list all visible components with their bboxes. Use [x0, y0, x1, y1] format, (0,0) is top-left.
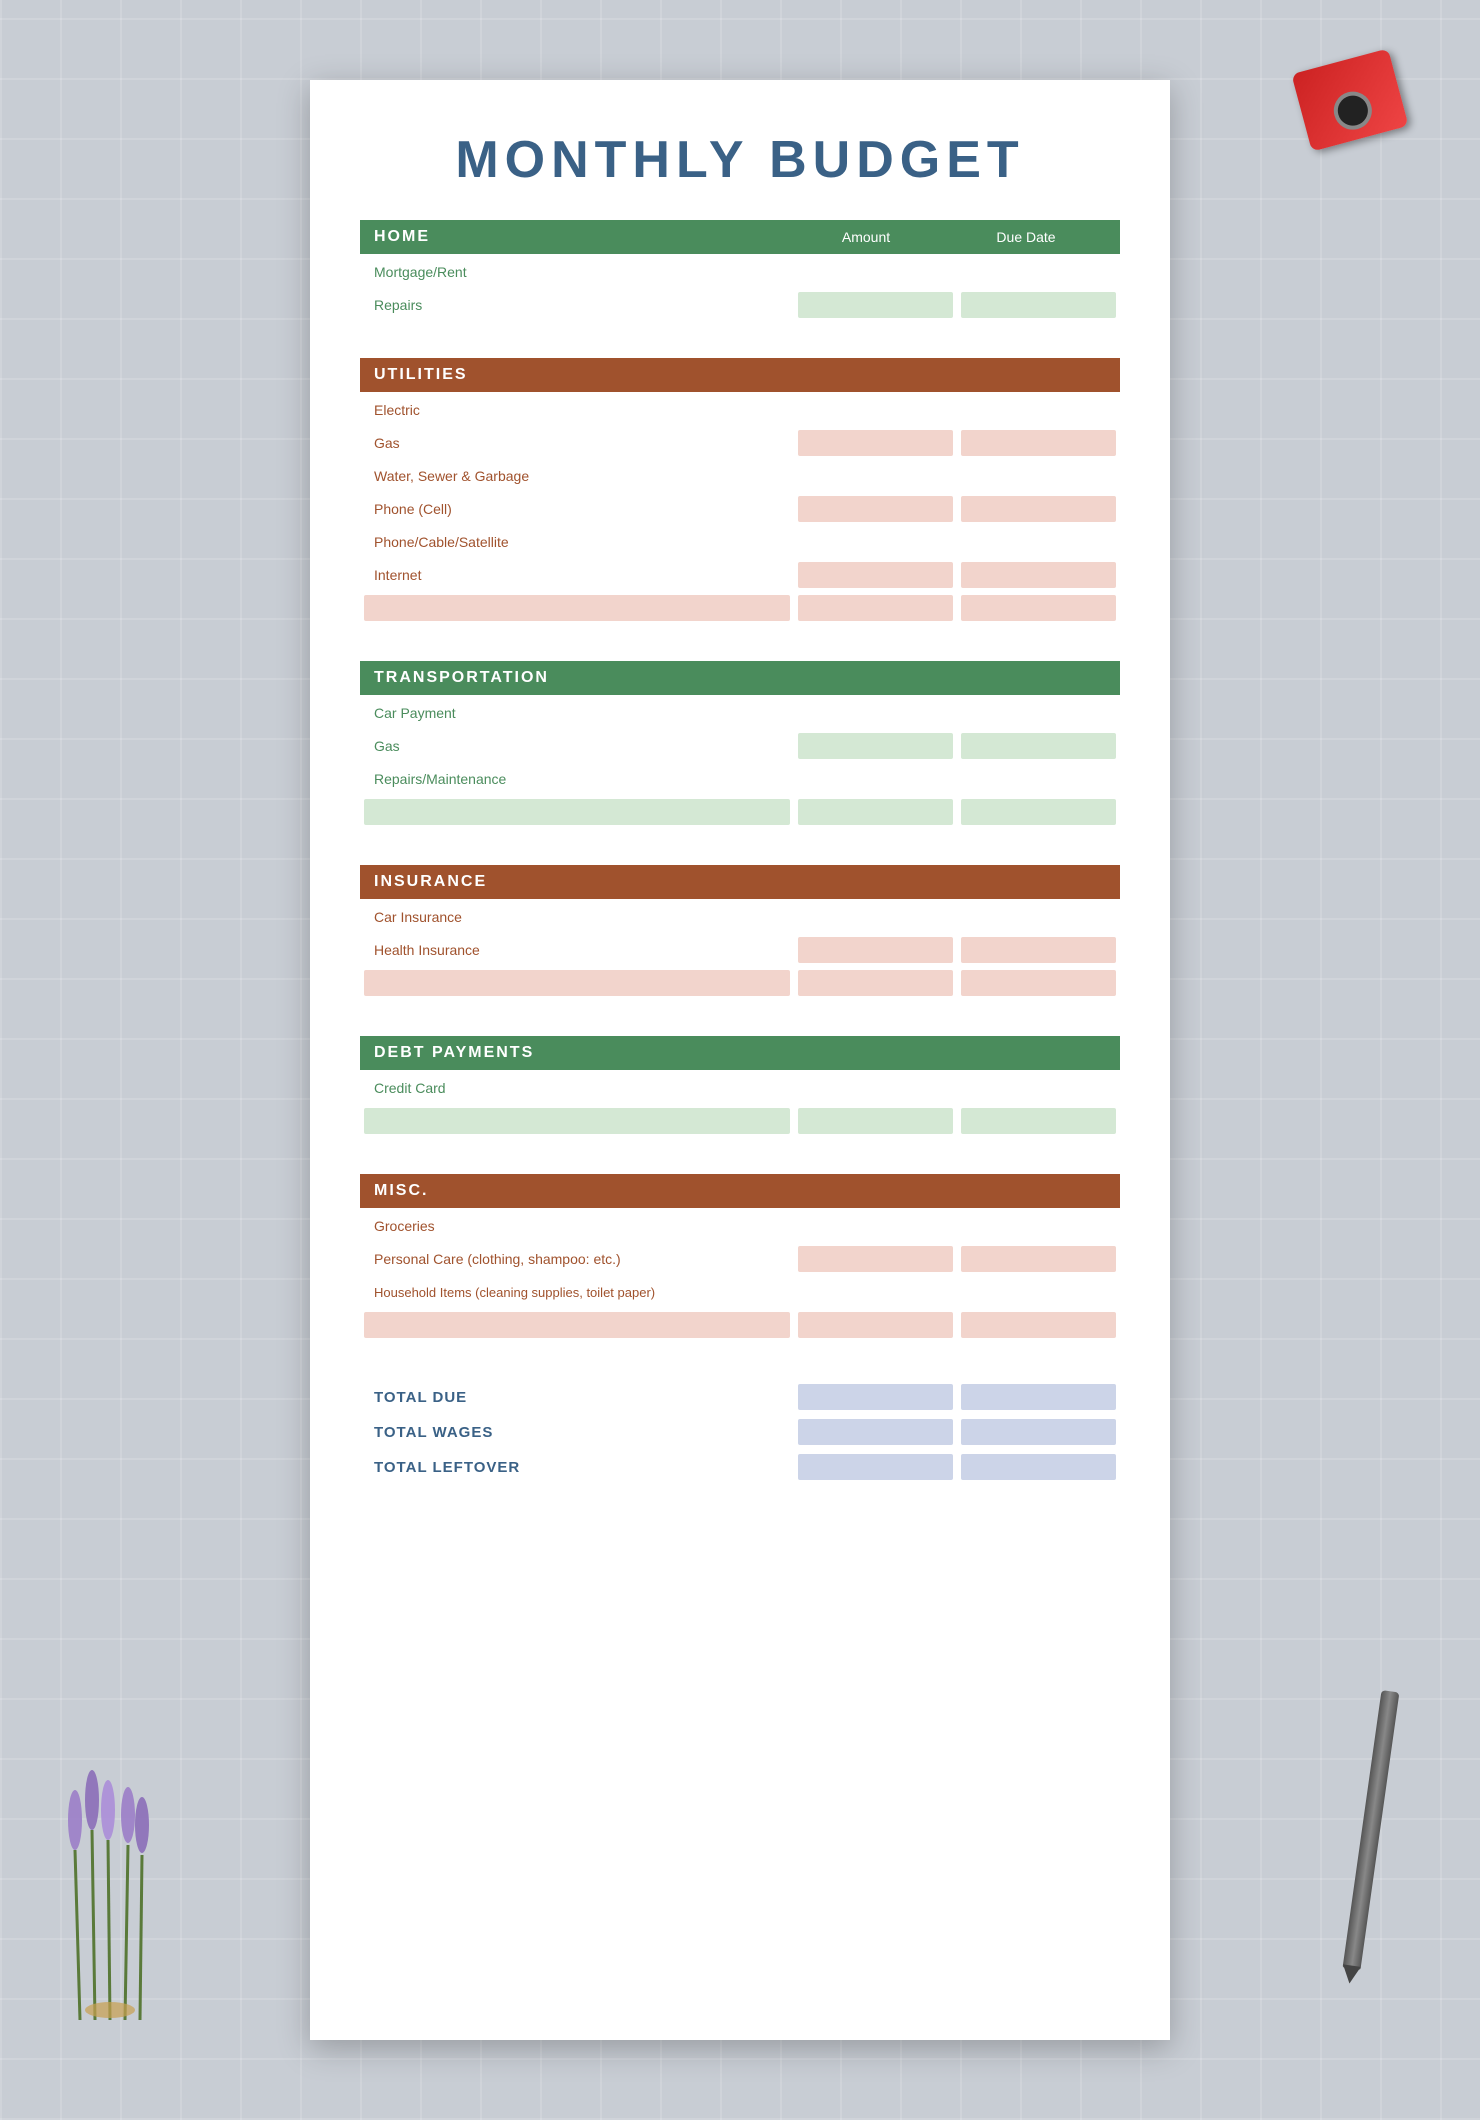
repairs-maint-row: Repairs/Maintenance: [360, 764, 1120, 794]
household-row: Household Items (cleaning supplies, toil…: [360, 1277, 1120, 1307]
debt-extra-row: [360, 1106, 1120, 1136]
gas-trans-amount-input[interactable]: [798, 733, 953, 759]
util-extra-label-input[interactable]: [364, 595, 790, 621]
debt-section-header: DEBT PAYMENTS: [360, 1036, 1120, 1070]
transportation-section: TRANSPORTATION Car Payment Gas Repairs/M…: [360, 661, 1120, 827]
insurance-section-header: INSURANCE: [360, 865, 1120, 899]
home-section: HOME Amount Due Date Mortgage/Rent Repai…: [360, 220, 1120, 320]
transportation-section-header: TRANSPORTATION: [360, 661, 1120, 695]
cable-row: Phone/Cable/Satellite: [360, 527, 1120, 557]
debt-extra-label-input[interactable]: [364, 1108, 790, 1134]
gas-util-due-input[interactable]: [961, 430, 1116, 456]
total-leftover-label: TOTAL LEFTOVER: [360, 1453, 794, 1482]
misc-extra-label-input[interactable]: [364, 1312, 790, 1338]
insurance-section: INSURANCE Car Insurance Health Insurance: [360, 865, 1120, 998]
health-insurance-label: Health Insurance: [360, 936, 794, 964]
page-title: MONTHLY BUDGET: [360, 130, 1120, 190]
internet-amount-input[interactable]: [798, 562, 953, 588]
gas-util-amount-input[interactable]: [798, 430, 953, 456]
internet-due-input[interactable]: [961, 562, 1116, 588]
repairs-due-input[interactable]: [961, 292, 1116, 318]
trans-extra-label-input[interactable]: [364, 799, 790, 825]
total-leftover-row: TOTAL LEFTOVER: [360, 1451, 1120, 1483]
total-leftover-amount-input[interactable]: [798, 1454, 953, 1480]
lavender-decoration: [20, 1670, 180, 2020]
misc-section: MISC. Groceries Personal Care (clothing,…: [360, 1174, 1120, 1340]
debt-extra-due-input[interactable]: [961, 1108, 1116, 1134]
trans-extra-due-input[interactable]: [961, 799, 1116, 825]
car-insurance-row: Car Insurance: [360, 902, 1120, 932]
pencil-sharpener-decoration: [1291, 48, 1408, 151]
total-leftover-date-input[interactable]: [961, 1454, 1116, 1480]
ins-extra-due-input[interactable]: [961, 970, 1116, 996]
cable-label: Phone/Cable/Satellite: [360, 528, 794, 556]
totals-section: TOTAL DUE TOTAL WAGES TOTAL LEFTOVER: [360, 1381, 1120, 1483]
mortgage-row: Mortgage/Rent: [360, 257, 1120, 287]
total-due-row: TOTAL DUE: [360, 1381, 1120, 1413]
groceries-label: Groceries: [360, 1212, 794, 1240]
home-section-header: HOME Amount Due Date: [360, 220, 1120, 254]
water-label: Water, Sewer & Garbage: [360, 462, 794, 490]
personal-care-due-input[interactable]: [961, 1246, 1116, 1272]
personal-care-label: Personal Care (clothing, shampoo: etc.): [360, 1245, 794, 1273]
car-payment-row: Car Payment: [360, 698, 1120, 728]
personal-care-row: Personal Care (clothing, shampoo: etc.): [360, 1244, 1120, 1274]
electric-row: Electric: [360, 395, 1120, 425]
phone-cell-due-input[interactable]: [961, 496, 1116, 522]
gas-trans-row: Gas: [360, 731, 1120, 761]
car-insurance-label: Car Insurance: [360, 903, 794, 931]
electric-label: Electric: [360, 396, 794, 424]
trans-extra-amount-input[interactable]: [798, 799, 953, 825]
misc-extra-row: [360, 1310, 1120, 1340]
internet-row: Internet: [360, 560, 1120, 590]
util-extra-row: [360, 593, 1120, 623]
utilities-section: UTILITIES Electric Gas Water, Sewer & Ga…: [360, 358, 1120, 623]
budget-paper: MONTHLY BUDGET HOME Amount Due Date Mort…: [310, 80, 1170, 2040]
repairs-amount-input[interactable]: [798, 292, 953, 318]
health-insurance-row: Health Insurance: [360, 935, 1120, 965]
total-due-date-input[interactable]: [961, 1384, 1116, 1410]
total-wages-label: TOTAL WAGES: [360, 1418, 794, 1447]
groceries-row: Groceries: [360, 1211, 1120, 1241]
phone-cell-row: Phone (Cell): [360, 494, 1120, 524]
total-due-amount-input[interactable]: [798, 1384, 953, 1410]
total-wages-amount-input[interactable]: [798, 1419, 953, 1445]
utilities-section-header: UTILITIES: [360, 358, 1120, 392]
total-due-label: TOTAL DUE: [360, 1383, 794, 1412]
pen-decoration: [1343, 1690, 1400, 1970]
util-extra-due-input[interactable]: [961, 595, 1116, 621]
ins-extra-amount-input[interactable]: [798, 970, 953, 996]
ins-extra-label-input[interactable]: [364, 970, 790, 996]
misc-extra-due-input[interactable]: [961, 1312, 1116, 1338]
internet-label: Internet: [360, 561, 794, 589]
gas-trans-due-input[interactable]: [961, 733, 1116, 759]
total-wages-row: TOTAL WAGES: [360, 1416, 1120, 1448]
repairs-maint-label: Repairs/Maintenance: [360, 765, 794, 793]
phone-cell-label: Phone (Cell): [360, 495, 794, 523]
car-payment-label: Car Payment: [360, 699, 794, 727]
ins-extra-row: [360, 968, 1120, 998]
gas-util-label: Gas: [360, 429, 794, 457]
water-row: Water, Sewer & Garbage: [360, 461, 1120, 491]
repairs-row: Repairs: [360, 290, 1120, 320]
total-wages-date-input[interactable]: [961, 1419, 1116, 1445]
personal-care-amount-input[interactable]: [798, 1246, 953, 1272]
misc-section-header: MISC.: [360, 1174, 1120, 1208]
credit-card-label: Credit Card: [360, 1074, 794, 1102]
health-insurance-amount-input[interactable]: [798, 937, 953, 963]
gas-trans-label: Gas: [360, 732, 794, 760]
gas-util-row: Gas: [360, 428, 1120, 458]
health-insurance-due-input[interactable]: [961, 937, 1116, 963]
repairs-label: Repairs: [360, 291, 794, 319]
credit-card-row: Credit Card: [360, 1073, 1120, 1103]
debt-section: DEBT PAYMENTS Credit Card: [360, 1036, 1120, 1136]
debt-extra-amount-input[interactable]: [798, 1108, 953, 1134]
household-label: Household Items (cleaning supplies, toil…: [360, 1279, 794, 1306]
mortgage-label: Mortgage/Rent: [360, 258, 794, 286]
phone-cell-amount-input[interactable]: [798, 496, 953, 522]
util-extra-amount-input[interactable]: [798, 595, 953, 621]
misc-extra-amount-input[interactable]: [798, 1312, 953, 1338]
trans-extra-row: [360, 797, 1120, 827]
